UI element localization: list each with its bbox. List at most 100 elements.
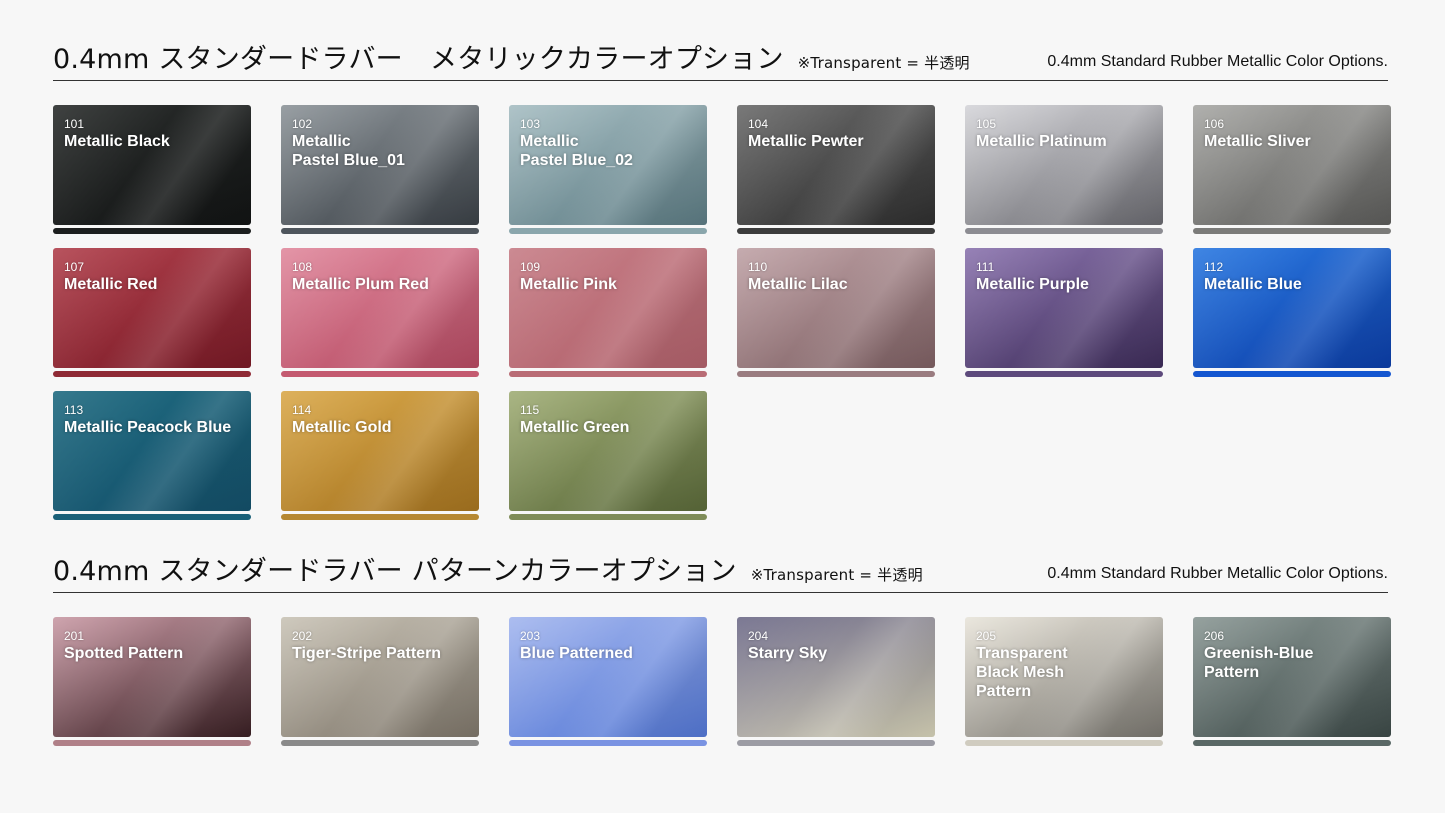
pattern-swatch-204[interactable]: 204 Starry Sky bbox=[737, 617, 935, 746]
swatch-code: 113 bbox=[64, 403, 84, 417]
swatch-name: Metallic Red bbox=[64, 276, 158, 293]
metallic-swatch-106[interactable]: 106 Metallic Sliver bbox=[1193, 105, 1391, 234]
metallic-title-text: 0.4mm スタンダードラバー メタリックカラーオプション bbox=[53, 44, 784, 75]
swatch-name: Blue Patterned bbox=[520, 645, 633, 662]
swatch-color-bar bbox=[281, 228, 479, 234]
pattern-swatch-206[interactable]: 206 Greenish-Blue Pattern bbox=[1193, 617, 1391, 746]
pattern-swatch-201[interactable]: 201 Spotted Pattern bbox=[53, 617, 251, 746]
swatch-image: 113 Metallic Peacock Blue bbox=[53, 391, 251, 511]
swatch-code: 112 bbox=[1204, 260, 1224, 274]
swatch-code: 204 bbox=[748, 629, 769, 643]
swatch-color-bar bbox=[53, 228, 251, 234]
swatch-code: 101 bbox=[64, 117, 85, 131]
swatch-code: 201 bbox=[64, 629, 85, 643]
metallic-swatch-107[interactable]: 107 Metallic Red bbox=[53, 248, 251, 377]
metallic-swatch-113[interactable]: 113 Metallic Peacock Blue bbox=[53, 391, 251, 520]
swatch-image: 205 Transparent Black Mesh Pattern bbox=[965, 617, 1163, 737]
swatch-name: Metallic Pewter bbox=[748, 133, 864, 150]
swatch-code: 109 bbox=[520, 260, 541, 274]
swatch-image: 204 Starry Sky bbox=[737, 617, 935, 737]
pattern-swatch-202[interactable]: 202 Tiger-Stripe Pattern bbox=[281, 617, 479, 746]
metallic-section-title: 0.4mm スタンダードラバー メタリックカラーオプション ※Transparen… bbox=[53, 37, 970, 76]
pattern-title-text: 0.4mm スタンダードラバー パターンカラーオプション bbox=[53, 556, 737, 587]
swatch-name: Metallic Pastel Blue_01 bbox=[292, 133, 405, 169]
metallic-swatch-108[interactable]: 108 Metallic Plum Red bbox=[281, 248, 479, 377]
swatch-color-bar bbox=[1193, 740, 1391, 746]
metallic-swatch-111[interactable]: 111 Metallic Purple bbox=[965, 248, 1163, 377]
metallic-section: 0.4mm スタンダードラバー メタリックカラーオプション ※Transparen… bbox=[53, 44, 1388, 81]
swatch-image: 104 Metallic Pewter bbox=[737, 105, 935, 225]
swatch-name: Metallic Pink bbox=[520, 276, 617, 293]
swatch-code: 114 bbox=[292, 403, 312, 417]
swatch-image: 206 Greenish-Blue Pattern bbox=[1193, 617, 1391, 737]
pattern-section: 0.4mm スタンダードラバー パターンカラーオプション ※Transparent… bbox=[53, 556, 1388, 593]
swatch-name: Spotted Pattern bbox=[64, 645, 184, 662]
pattern-transparent-note: ※Transparent = 半透明 bbox=[750, 566, 923, 584]
pattern-swatch-203[interactable]: 203 Blue Patterned bbox=[509, 617, 707, 746]
swatch-code: 202 bbox=[292, 629, 313, 643]
swatch-color-bar bbox=[1193, 371, 1391, 377]
swatch-color-bar bbox=[509, 514, 707, 520]
swatch-image: 111 Metallic Purple bbox=[965, 248, 1163, 368]
swatch-image: 107 Metallic Red bbox=[53, 248, 251, 368]
swatch-code: 108 bbox=[292, 260, 313, 274]
swatch-image: 101 Metallic Black bbox=[53, 105, 251, 225]
swatch-code: 105 bbox=[976, 117, 997, 131]
swatch-image: 115 Metallic Green bbox=[509, 391, 707, 511]
metallic-swatch-110[interactable]: 110 Metallic Lilac bbox=[737, 248, 935, 377]
swatch-image: 202 Tiger-Stripe Pattern bbox=[281, 617, 479, 737]
pattern-section-title-en: 0.4mm Standard Rubber Metallic Color Opt… bbox=[1047, 565, 1388, 582]
pattern-swatch-205[interactable]: 205 Transparent Black Mesh Pattern bbox=[965, 617, 1163, 746]
swatch-color-bar bbox=[737, 740, 935, 746]
swatch-image: 103 Metallic Pastel Blue_02 bbox=[509, 105, 707, 225]
metallic-swatch-104[interactable]: 104 Metallic Pewter bbox=[737, 105, 935, 234]
swatch-code: 103 bbox=[520, 117, 541, 131]
swatch-color-bar bbox=[965, 228, 1163, 234]
swatch-image: 110 Metallic Lilac bbox=[737, 248, 935, 368]
metallic-swatch-114[interactable]: 114 Metallic Gold bbox=[281, 391, 479, 520]
swatch-code: 104 bbox=[748, 117, 769, 131]
swatch-name: Transparent Black Mesh Pattern bbox=[976, 645, 1068, 700]
metallic-section-title-en: 0.4mm Standard Rubber Metallic Color Opt… bbox=[1047, 53, 1388, 70]
metallic-swatch-103[interactable]: 103 Metallic Pastel Blue_02 bbox=[509, 105, 707, 234]
metallic-swatch-102[interactable]: 102 Metallic Pastel Blue_01 bbox=[281, 105, 479, 234]
swatch-name: Metallic Blue bbox=[1204, 276, 1302, 293]
swatch-code: 102 bbox=[292, 117, 313, 131]
swatch-code: 206 bbox=[1204, 629, 1225, 643]
swatch-color-bar bbox=[737, 228, 935, 234]
swatch-name: Metallic Purple bbox=[976, 276, 1089, 293]
swatch-color-bar bbox=[965, 740, 1163, 746]
swatch-image: 105 Metallic Platinum bbox=[965, 105, 1163, 225]
swatch-code: 205 bbox=[976, 629, 997, 643]
swatch-name: Starry Sky bbox=[748, 645, 828, 662]
swatch-color-bar bbox=[509, 371, 707, 377]
swatch-color-bar bbox=[53, 514, 251, 520]
swatch-name: Metallic Platinum bbox=[976, 133, 1107, 150]
swatch-image: 201 Spotted Pattern bbox=[53, 617, 251, 737]
metallic-swatch-101[interactable]: 101 Metallic Black bbox=[53, 105, 251, 234]
swatch-name: Metallic Peacock Blue bbox=[64, 419, 232, 436]
swatch-color-bar bbox=[281, 740, 479, 746]
metallic-transparent-note: ※Transparent = 半透明 bbox=[797, 54, 970, 72]
swatch-color-bar bbox=[281, 371, 479, 377]
swatch-code: 106 bbox=[1204, 117, 1225, 131]
swatch-image: 109 Metallic Pink bbox=[509, 248, 707, 368]
swatch-color-bar bbox=[737, 371, 935, 377]
swatch-color-bar bbox=[53, 740, 251, 746]
swatch-name: Metallic Plum Red bbox=[292, 276, 429, 293]
swatch-color-bar bbox=[1193, 228, 1391, 234]
swatch-image: 108 Metallic Plum Red bbox=[281, 248, 479, 368]
metallic-swatch-112[interactable]: 112 Metallic Blue bbox=[1193, 248, 1391, 377]
swatch-code: 115 bbox=[520, 403, 540, 417]
metallic-swatch-109[interactable]: 109 Metallic Pink bbox=[509, 248, 707, 377]
swatch-color-bar bbox=[281, 514, 479, 520]
swatch-code: 107 bbox=[64, 260, 85, 274]
pattern-section-title: 0.4mm スタンダードラバー パターンカラーオプション ※Transparent… bbox=[53, 549, 923, 588]
metallic-swatch-115[interactable]: 115 Metallic Green bbox=[509, 391, 707, 520]
swatch-color-bar bbox=[509, 740, 707, 746]
swatch-image: 106 Metallic Sliver bbox=[1193, 105, 1391, 225]
metallic-swatch-105[interactable]: 105 Metallic Platinum bbox=[965, 105, 1163, 234]
swatch-name: Metallic Pastel Blue_02 bbox=[520, 133, 633, 169]
swatch-name: Metallic Lilac bbox=[748, 276, 848, 293]
swatch-color-bar bbox=[965, 371, 1163, 377]
